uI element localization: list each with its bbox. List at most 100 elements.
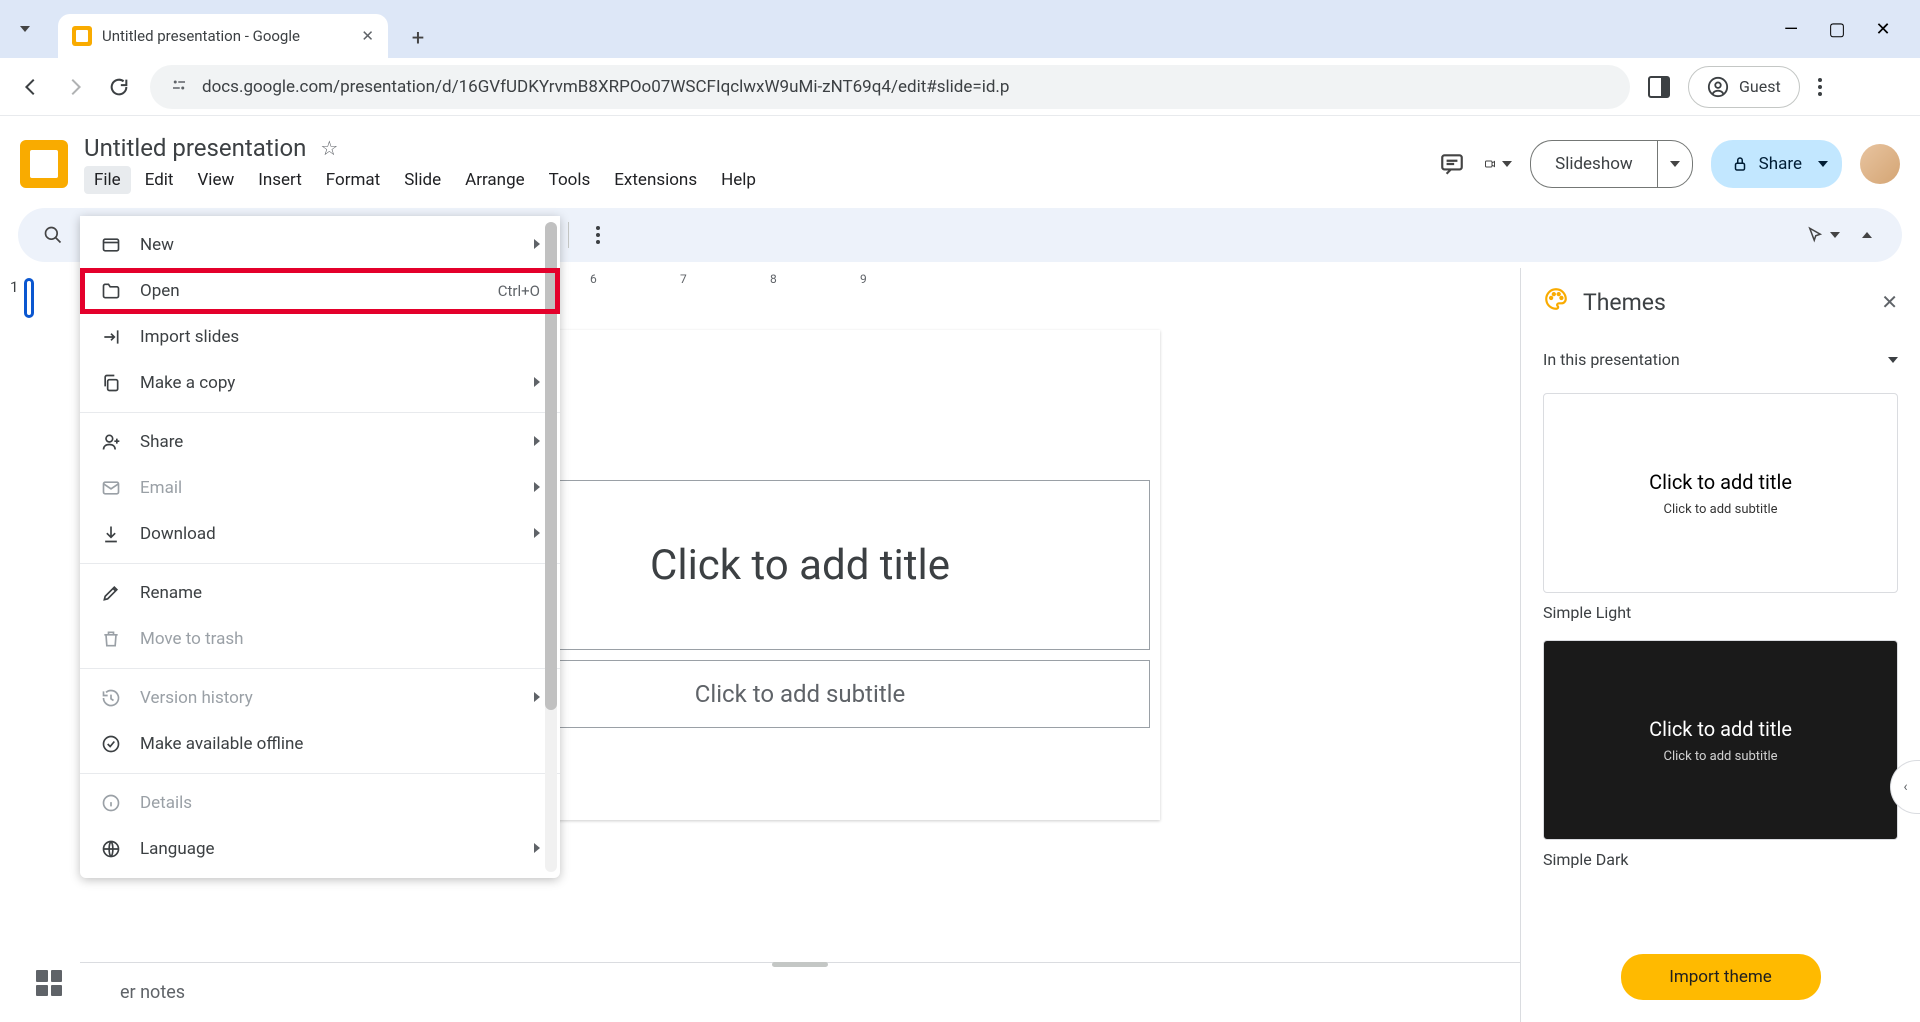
submenu-arrow-icon (534, 481, 540, 495)
grid-view-icon[interactable] (36, 970, 62, 996)
doc-title[interactable]: Untitled presentation (84, 134, 306, 162)
share-button[interactable]: Share (1711, 140, 1842, 188)
ruler-mark: 9 (860, 272, 867, 286)
slideshow-button[interactable]: Slideshow (1530, 140, 1657, 188)
themes-section-toggle[interactable]: In this presentation (1521, 336, 1920, 383)
offline-icon (100, 733, 122, 755)
omnibox[interactable]: docs.google.com/presentation/d/16GVfUDKY… (150, 65, 1630, 109)
menu-edit[interactable]: Edit (135, 166, 184, 194)
themes-panel: Themes ✕ In this presentation Click to a… (1520, 268, 1920, 1022)
star-icon[interactable]: ☆ (320, 136, 338, 160)
browser-tab[interactable]: Untitled presentation - Google ✕ (58, 14, 388, 58)
meet-icon[interactable] (1484, 150, 1512, 178)
forward-button[interactable] (62, 74, 88, 100)
search-menus-icon[interactable] (36, 218, 70, 252)
pencil-icon (100, 582, 122, 604)
menu-item-download[interactable]: Download (80, 511, 560, 557)
avatar[interactable] (1860, 144, 1900, 184)
tab-title: Untitled presentation - Google (102, 27, 351, 45)
window-icon (100, 234, 122, 256)
theme-list: Click to add titleClick to add subtitle S… (1521, 383, 1920, 940)
file-menu-dropdown: NewOpenCtrl+OImport slidesMake a copy Sha… (80, 216, 560, 878)
menu-item-rename[interactable]: Rename (80, 570, 560, 616)
drag-handle-icon[interactable] (772, 962, 828, 967)
submenu-arrow-icon (534, 435, 540, 449)
theme-card[interactable]: Click to add titleClick to add subtitle (1543, 393, 1898, 593)
new-tab-button[interactable]: + (398, 18, 438, 58)
close-window-icon[interactable]: ✕ (1874, 20, 1892, 38)
side-panel-icon[interactable] (1648, 76, 1670, 98)
download-icon (100, 523, 122, 545)
menu-help[interactable]: Help (711, 166, 766, 194)
menu-file[interactable]: File (84, 166, 131, 194)
info-icon (100, 792, 122, 814)
menu-item-import-slides[interactable]: Import slides (80, 314, 560, 360)
palette-icon (1543, 286, 1569, 318)
ruler-mark: 7 (680, 272, 687, 286)
slides-logo-icon[interactable] (20, 140, 68, 188)
import-theme-button[interactable]: Import theme (1621, 954, 1821, 1000)
submenu-arrow-icon (534, 691, 540, 705)
reload-button[interactable] (106, 74, 132, 100)
app-header: Untitled presentation ☆ FileEditViewInse… (0, 116, 1920, 202)
trash-icon (100, 628, 122, 650)
history-icon (100, 687, 122, 709)
menu-item-language[interactable]: Language (80, 826, 560, 872)
folder-icon (100, 280, 122, 302)
maximize-icon[interactable]: ▢ (1828, 20, 1846, 38)
submenu-arrow-icon (534, 842, 540, 856)
menu-insert[interactable]: Insert (248, 166, 312, 194)
menu-format[interactable]: Format (316, 166, 390, 194)
back-button[interactable] (18, 74, 44, 100)
submenu-arrow-icon (534, 376, 540, 390)
menu-slide[interactable]: Slide (394, 166, 451, 194)
import-icon (100, 326, 122, 348)
theme-name: Simple Light (1543, 603, 1898, 622)
menu-item-make-a-copy[interactable]: Make a copy (80, 360, 560, 406)
slides-favicon (72, 26, 92, 46)
menu-item-make-available-offline[interactable]: Make available offline (80, 721, 560, 767)
site-settings-icon[interactable] (170, 76, 188, 98)
menu-extensions[interactable]: Extensions (604, 166, 707, 194)
menu-view[interactable]: View (187, 166, 244, 194)
themes-title: Themes (1583, 289, 1867, 316)
address-bar: docs.google.com/presentation/d/16GVfUDKY… (0, 58, 1920, 116)
slide-number: 1 (10, 278, 18, 318)
menu-tools[interactable]: Tools (539, 166, 601, 194)
collapse-toolbar-icon[interactable] (1850, 218, 1884, 252)
minimize-icon[interactable]: — (1782, 20, 1800, 38)
cursor-icon[interactable] (1806, 218, 1840, 252)
more-icon[interactable] (581, 218, 615, 252)
submenu-arrow-icon (534, 527, 540, 541)
close-icon[interactable]: ✕ (361, 27, 374, 45)
menu-item-open[interactable]: OpenCtrl+O (80, 268, 560, 314)
menu-separator (80, 412, 560, 413)
browser-menu-icon[interactable] (1818, 78, 1822, 96)
ruler-mark: 8 (770, 272, 777, 286)
menu-arrange[interactable]: Arrange (455, 166, 534, 194)
globe-icon (100, 838, 122, 860)
menu-item-new[interactable]: New (80, 222, 560, 268)
menu-item-share[interactable]: Share (80, 419, 560, 465)
comments-icon[interactable] (1438, 150, 1466, 178)
mail-icon (100, 477, 122, 499)
menu-separator (80, 773, 560, 774)
speaker-notes[interactable]: er notes (80, 962, 1520, 1022)
browser-tab-strip: Untitled presentation - Google ✕ + — ▢ ✕ (0, 0, 1920, 58)
menu-separator (80, 563, 560, 564)
tabs-chevron[interactable] (0, 0, 50, 58)
menu-item-version-history: Version history (80, 675, 560, 721)
slideshow-dropdown[interactable] (1657, 140, 1693, 188)
close-themes-icon[interactable]: ✕ (1881, 290, 1898, 314)
slide-panel: 1 (0, 268, 80, 1022)
url-text: docs.google.com/presentation/d/16GVfUDKY… (202, 77, 1009, 97)
copy-icon (100, 372, 122, 394)
menu-item-details: Details (80, 780, 560, 826)
slide-thumbnail[interactable] (24, 278, 34, 318)
person-plus-icon (100, 431, 122, 453)
theme-card[interactable]: Click to add titleClick to add subtitle (1543, 640, 1898, 840)
guest-profile[interactable]: Guest (1688, 66, 1800, 108)
theme-name: Simple Dark (1543, 850, 1898, 869)
menu-item-email: Email (80, 465, 560, 511)
menu-item-move-to-trash: Move to trash (80, 616, 560, 662)
